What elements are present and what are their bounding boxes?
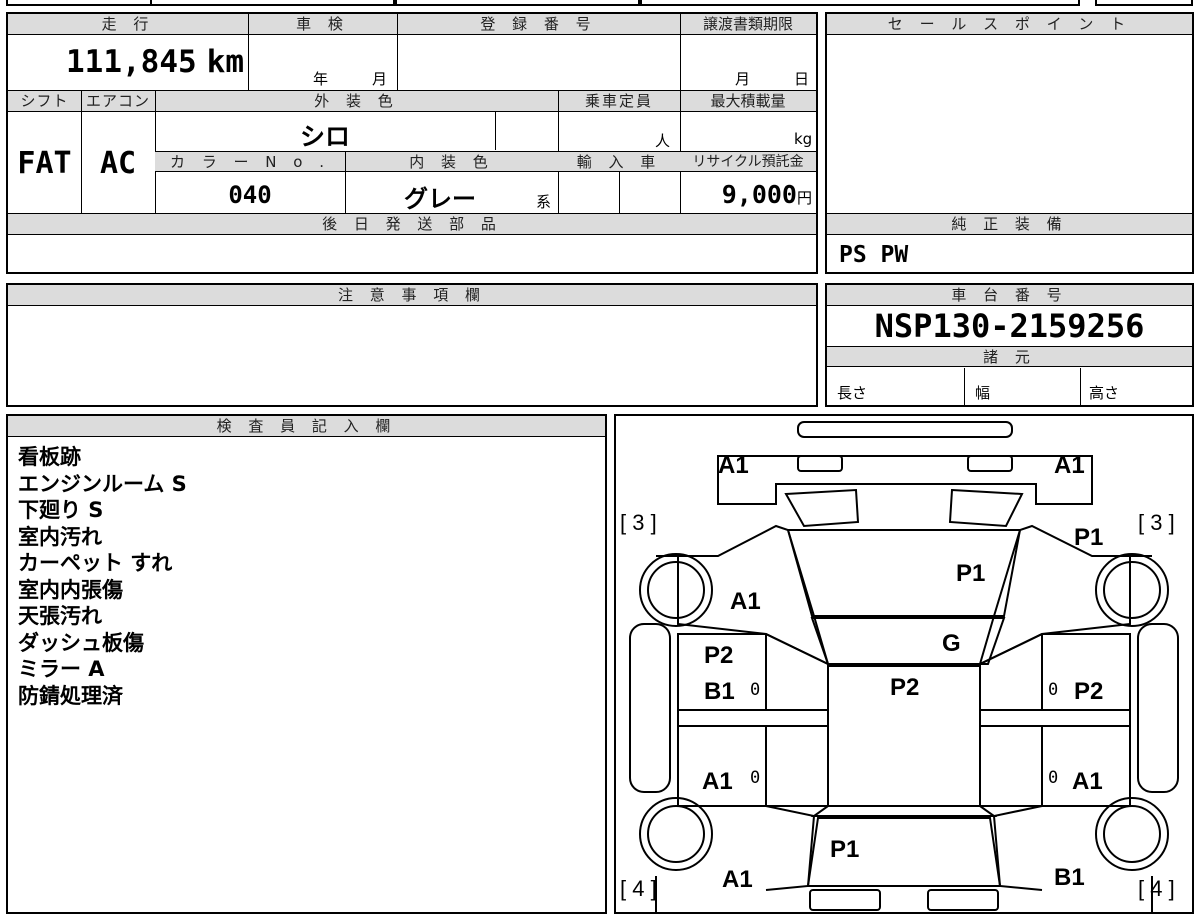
top-strip-cell-3 — [395, 0, 640, 6]
label-p2-roof: P2 — [890, 674, 920, 701]
label-a1-rear-left: A1 — [722, 866, 753, 893]
label-bracket-rear-right: [ 4 ] — [1138, 876, 1175, 901]
label-a1-right-rear-door: A1 — [1072, 768, 1103, 795]
aircon-header: エアコン — [81, 91, 155, 112]
label-zero-left-front: 0 — [750, 680, 761, 700]
shift-value: FAT — [17, 146, 72, 181]
label-zero-right-rear: 0 — [1048, 768, 1059, 788]
vehicle-info-table: 走 行 車 検 登 録 番 号 譲渡書類期限 111,845 km 年 月 月 日… — [6, 12, 818, 274]
genuine-equipment-header: 純 正 装 備 — [827, 214, 1192, 235]
top-strip-cell-2 — [150, 0, 395, 6]
mileage-number: 111,845 — [66, 44, 197, 80]
interior-color-suffix: 系 — [536, 193, 552, 211]
mileage-value: 111,845 km — [8, 44, 248, 80]
top-strip-cell-1 — [6, 0, 156, 6]
capacity-header: 乗車定員 — [558, 91, 680, 112]
inspector-note-line: 室内汚れ — [18, 524, 102, 549]
exterior-color-header: 外 装 色 — [155, 91, 558, 112]
recycle-fee-unit: 円 — [796, 189, 812, 207]
inspector-note-line: 防錆処理済 — [18, 683, 123, 708]
later-parts-header: 後 日 発 送 部 品 — [8, 214, 816, 235]
chassis-number-header: 車 台 番 号 — [827, 285, 1192, 306]
max-load-unit: kg — [794, 130, 813, 148]
transfer-month: 月 — [735, 70, 751, 88]
transfer-deadline-header: 譲渡書類期限 — [680, 14, 816, 35]
label-a1-front-left: A1 — [718, 452, 749, 479]
label-p1-trunk: P1 — [830, 836, 860, 863]
inspection-year: 年 — [313, 70, 329, 88]
inspector-note-line: 看板跡 — [18, 445, 81, 469]
label-zero-right-front: 0 — [1048, 680, 1059, 700]
recycle-fee-header: リサイクル預託金 — [680, 151, 816, 172]
label-b1-left-front-door: B1 — [704, 678, 735, 705]
label-b1-rear-right: B1 — [1054, 864, 1085, 891]
specs-header: 諸 元 — [827, 346, 1192, 367]
color-no-header: カ ラ ー N o . — [155, 151, 345, 172]
label-p1-front-right-fender: P1 — [1074, 524, 1104, 551]
label-a1-front-right: A1 — [1054, 452, 1085, 479]
shift-header: シフト — [8, 91, 81, 112]
capacity-unit: 人 — [655, 132, 671, 150]
inspector-note-line: 室内内張傷 — [18, 577, 123, 602]
spec-width-label: 幅 — [975, 384, 991, 402]
recycle-fee-value: 9,000円 — [680, 180, 816, 209]
top-strip-cell-4 — [640, 0, 1080, 6]
label-g-windshield: G — [942, 630, 961, 657]
label-a1-left-rear-door: A1 — [702, 768, 733, 795]
label-bracket-front-left: [ 3 ] — [620, 510, 657, 535]
inspector-note-line: カーペット すれ — [18, 551, 173, 575]
inspector-note-line: 天張汚れ — [18, 604, 102, 628]
label-zero-left-rear: 0 — [750, 768, 761, 788]
label-p1-hood: P1 — [956, 560, 986, 587]
label-a1-left-fender: A1 — [730, 588, 761, 615]
chassis-box: 車 台 番 号 NSP130-2159256 諸 元 長さ 幅 高さ — [825, 283, 1194, 407]
mileage-header: 走 行 — [8, 14, 248, 35]
max-load-header: 最大積載量 — [680, 91, 816, 112]
label-p2-right-front-door: P2 — [1074, 678, 1104, 705]
caution-box: 注 意 事 項 欄 — [6, 283, 818, 407]
damage-diagram-box: A1 A1 [ 3 ] [ 3 ] P1 P1 A1 G P2 B1 0 P2 … — [614, 414, 1194, 914]
inspector-note-line: 下廻り S — [18, 498, 104, 522]
spec-height-label: 高さ — [1089, 384, 1120, 402]
recycle-fee-number: 9,000 — [721, 180, 797, 209]
import-car-header: 輸 入 車 — [558, 151, 680, 172]
inspector-note-line: ミラー A — [18, 657, 105, 681]
inspection-month: 月 — [372, 70, 388, 88]
top-strip-cell-5 — [1095, 0, 1193, 6]
exterior-color-value: シロ — [299, 122, 350, 151]
label-bracket-rear-left: [ 4 ] — [620, 876, 657, 901]
interior-color-value: グレー — [404, 185, 476, 213]
mileage-unit: km — [206, 44, 244, 80]
genuine-equipment-value: PS PW — [839, 242, 909, 268]
sales-point-header: セ ー ル ス ポ イ ン ト — [827, 14, 1192, 35]
inspection-header: 車 検 — [248, 14, 397, 35]
interior-color-header: 内 装 色 — [345, 151, 558, 172]
inspector-notes-box: 検 査 員 記 入 欄 看板跡 エンジンルーム S 下廻り S 室内汚れ カーペット す… — [6, 414, 607, 914]
color-no-value: 040 — [228, 181, 272, 209]
label-p2-left-front-door: P2 — [704, 642, 734, 669]
registration-header: 登 録 番 号 — [397, 14, 680, 35]
inspector-notes-header: 検 査 員 記 入 欄 — [8, 416, 605, 437]
sales-point-box: セ ー ル ス ポ イ ン ト 純 正 装 備 PS PW — [825, 12, 1194, 274]
label-bracket-front-right: [ 3 ] — [1138, 510, 1175, 535]
car-outline-diagram — [629, 421, 1179, 912]
caution-header: 注 意 事 項 欄 — [8, 285, 816, 306]
aircon-value: AC — [99, 146, 137, 181]
chassis-number-value: NSP130-2159256 — [874, 307, 1145, 345]
transfer-day: 日 — [794, 70, 810, 88]
spec-length-label: 長さ — [837, 384, 868, 402]
inspector-note-line: ダッシュ板傷 — [18, 630, 144, 655]
inspector-note-line: エンジンルーム S — [18, 471, 187, 496]
